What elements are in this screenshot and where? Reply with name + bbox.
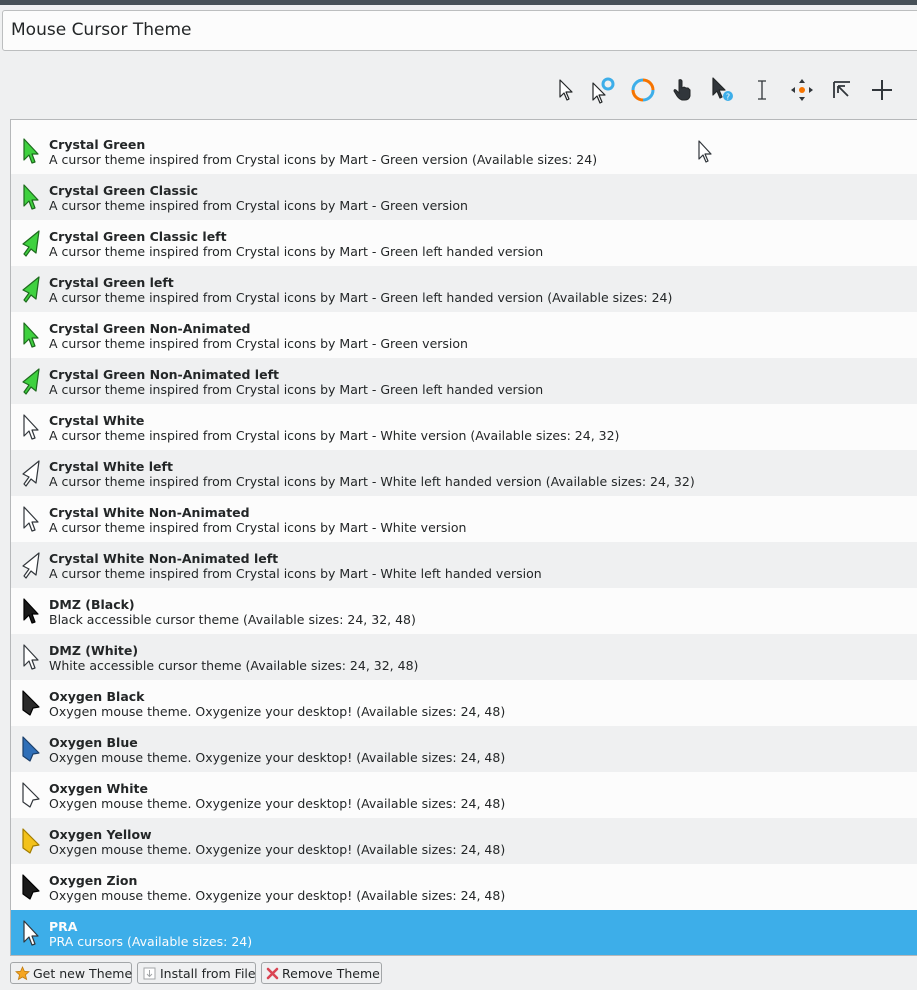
theme-name: DMZ (White) [49, 643, 139, 658]
theme-name: Oxygen Zion [49, 873, 138, 888]
theme-description: A cursor theme inspired from Crystal ico… [49, 474, 695, 489]
theme-description: Black accessible cursor theme (Available… [49, 612, 416, 627]
theme-description: A cursor theme inspired from Crystal ico… [49, 520, 467, 535]
remove-x-icon [266, 966, 279, 981]
install-from-file-label: Install from File [160, 965, 256, 981]
theme-description: A cursor theme inspired from Crystal ico… [49, 198, 468, 213]
arrow-cursor-icon [550, 70, 582, 110]
theme-description: A cursor theme inspired from Crystal ico… [49, 290, 673, 305]
theme-list-item[interactable]: Oxygen Black Oxygen mouse theme. Oxygeniz… [11, 680, 917, 726]
green-left-arrow-icon [19, 228, 43, 258]
theme-name: Crystal Green left [49, 275, 174, 290]
theme-list-item[interactable]: DMZ (White) White accessible cursor theme… [11, 634, 917, 680]
window-top-edge [0, 0, 917, 5]
white-arrow-icon [19, 642, 43, 672]
text-ibeam-icon [746, 70, 778, 110]
theme-name: Crystal White left [49, 459, 173, 474]
theme-description: Oxygen mouse theme. Oxygenize your deskt… [49, 842, 506, 857]
theme-name: Crystal Green Non-Animated [49, 321, 251, 336]
theme-list-item[interactable]: Crystal Green Non-Animated A cursor theme… [11, 312, 917, 358]
page-title: Mouse Cursor Theme [11, 20, 192, 40]
star-icon [15, 965, 30, 981]
oxygen-black-icon [19, 688, 43, 718]
theme-list-item[interactable]: Crystal White Non-Animated A cursor theme… [11, 496, 917, 542]
busy-arrow-cursor-icon [588, 70, 620, 110]
theme-description: A cursor theme inspired from Crystal ico… [49, 428, 620, 443]
mouse-pointer-icon [697, 140, 713, 168]
theme-list-item[interactable]: Crystal White Non-Animated left A cursor … [11, 542, 917, 588]
white-left-arrow-icon [19, 550, 43, 580]
black-arrow-icon [19, 596, 43, 626]
oxygen-blue-icon [19, 734, 43, 764]
theme-list-item[interactable]: Crystal Green Classic A cursor theme insp… [11, 174, 917, 220]
theme-name: Crystal White [49, 413, 145, 428]
theme-name: DMZ (Black) [49, 597, 135, 612]
theme-list-item[interactable]: Oxygen Zion Oxygen mouse theme. Oxygenize… [11, 864, 917, 910]
theme-description: Oxygen mouse theme. Oxygenize your deskt… [49, 750, 506, 765]
theme-list-item[interactable]: Oxygen Blue Oxygen mouse theme. Oxygenize… [11, 726, 917, 772]
theme-list-item[interactable]: Crystal Green Non-Animated left A cursor … [11, 358, 917, 404]
theme-name: Oxygen White [49, 781, 148, 796]
theme-list-item[interactable]: Crystal Green Classic left A cursor theme… [11, 220, 917, 266]
green-left-arrow-icon [19, 274, 43, 304]
install-from-file-button[interactable]: Install from File [137, 962, 256, 984]
theme-list-item[interactable]: Oxygen Yellow Oxygen mouse theme. Oxygeni… [11, 818, 917, 864]
get-new-theme-label: Get new Theme [33, 965, 133, 981]
title-field: Mouse Cursor Theme [2, 10, 917, 51]
theme-name: PRA [49, 919, 78, 934]
theme-name: Oxygen Blue [49, 735, 138, 750]
green-left-arrow-icon [19, 366, 43, 396]
theme-list[interactable]: Crystal Green A cursor theme inspired fro… [10, 119, 917, 956]
oxygen-white-icon [19, 780, 43, 810]
theme-list-item[interactable]: Crystal Green A cursor theme inspired fro… [11, 128, 917, 174]
remove-theme-label: Remove Theme [282, 965, 380, 981]
theme-description: A cursor theme inspired from Crystal ico… [49, 382, 544, 397]
theme-description: Oxygen mouse theme. Oxygenize your deskt… [49, 888, 506, 903]
theme-description: Oxygen mouse theme. Oxygenize your deskt… [49, 704, 506, 719]
svg-text:?: ? [726, 93, 730, 102]
install-file-icon [142, 966, 157, 981]
theme-description: Oxygen mouse theme. Oxygenize your deskt… [49, 796, 506, 811]
theme-list-item[interactable]: Oxygen White Oxygen mouse theme. Oxygeniz… [11, 772, 917, 818]
cursor-preview: ? [550, 70, 917, 110]
theme-description: A cursor theme inspired from Crystal ico… [49, 152, 598, 167]
corner-resize-icon [826, 70, 858, 110]
theme-list-item[interactable]: Crystal Green left A cursor theme inspire… [11, 266, 917, 312]
theme-name: Crystal Green Classic left [49, 229, 227, 244]
oxygen-zion-icon [19, 872, 43, 902]
white-arrow-icon [19, 918, 43, 948]
theme-list-item[interactable]: Crystal White left A cursor theme inspire… [11, 450, 917, 496]
wait-spinner-icon [627, 70, 659, 110]
white-arrow-icon [19, 504, 43, 534]
theme-name: Crystal White Non-Animated left [49, 551, 279, 566]
green-arrow-icon [19, 136, 43, 166]
theme-description: A cursor theme inspired from Crystal ico… [49, 566, 542, 581]
white-arrow-icon [19, 412, 43, 442]
get-new-theme-button[interactable]: Get new Theme [10, 962, 132, 984]
theme-name: Crystal White Non-Animated [49, 505, 250, 520]
theme-name: Oxygen Black [49, 689, 145, 704]
theme-name: Crystal Green Non-Animated left [49, 367, 279, 382]
theme-name: Crystal Green [49, 137, 146, 152]
remove-theme-button[interactable]: Remove Theme [261, 962, 382, 984]
theme-description: A cursor theme inspired from Crystal ico… [49, 244, 544, 259]
theme-description: A cursor theme inspired from Crystal ico… [49, 336, 468, 351]
help-cursor-icon: ? [707, 70, 739, 110]
theme-description: White accessible cursor theme (Available… [49, 658, 419, 673]
theme-name: Crystal Green Classic [49, 183, 199, 198]
theme-list-item[interactable]: DMZ (Black) Black accessible cursor theme… [11, 588, 917, 634]
move-cursor-icon [786, 70, 818, 110]
white-left-arrow-icon [19, 458, 43, 488]
theme-list-item[interactable]: Crystal White A cursor theme inspired fro… [11, 404, 917, 450]
theme-name: Oxygen Yellow [49, 827, 152, 842]
theme-list-item[interactable]: PRA PRA cursors (Available sizes: 24) [11, 910, 917, 955]
oxygen-yellow-icon [19, 826, 43, 856]
theme-description: PRA cursors (Available sizes: 24) [49, 934, 253, 949]
green-arrow-icon [19, 320, 43, 350]
hand-pointer-icon [667, 70, 699, 110]
green-arrow-icon [19, 182, 43, 212]
crosshair-cursor-icon [866, 70, 898, 110]
